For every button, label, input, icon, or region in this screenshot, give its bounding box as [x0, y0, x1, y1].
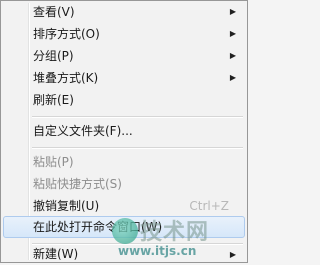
- watermark-logo-icon: [112, 218, 138, 244]
- menu-item-label: 自定义文件夹(F)...: [33, 124, 133, 138]
- menu-item-label: 撤销复制(U): [33, 199, 100, 213]
- menu-item-paste-shortcut: 粘贴快捷方式(S): [3, 173, 245, 195]
- menu-item-label: 堆叠方式(K): [33, 71, 99, 85]
- menu-item-group-by[interactable]: 分组(P) ▶: [3, 45, 245, 67]
- menu-item-label: 查看(V): [33, 5, 75, 19]
- menu-separator: [32, 116, 243, 118]
- menu-item-label: 粘贴(P): [33, 155, 74, 169]
- menu-item-sort-by[interactable]: 排序方式(O) ▶: [3, 23, 245, 45]
- watermark-url: www.itjs.cn: [118, 244, 197, 258]
- menu-item-refresh[interactable]: 刷新(E): [3, 89, 245, 111]
- menu-item-label: 刷新(E): [33, 93, 74, 107]
- submenu-arrow-icon: ▶: [229, 73, 237, 82]
- menu-item-label: 排序方式(O): [33, 27, 100, 41]
- menu-item-label: 新建(W): [33, 247, 79, 261]
- menu-item-stack-by[interactable]: 堆叠方式(K) ▶: [3, 67, 245, 89]
- menu-item-paste: 粘贴(P): [3, 151, 245, 173]
- menu-item-customize-folder[interactable]: 自定义文件夹(F)...: [3, 120, 245, 142]
- submenu-arrow-icon: ▶: [229, 7, 237, 16]
- menu-separator: [32, 147, 243, 149]
- watermark: 技术网 www.itjs.cn: [112, 214, 240, 262]
- submenu-arrow-icon: ▶: [229, 51, 237, 60]
- menu-item-label: 粘贴快捷方式(S): [33, 177, 122, 191]
- menu-item-view[interactable]: 查看(V) ▶: [3, 1, 245, 23]
- submenu-arrow-icon: ▶: [229, 29, 237, 38]
- menu-item-label: 分组(P): [33, 49, 74, 63]
- watermark-title: 技术网: [140, 220, 210, 245]
